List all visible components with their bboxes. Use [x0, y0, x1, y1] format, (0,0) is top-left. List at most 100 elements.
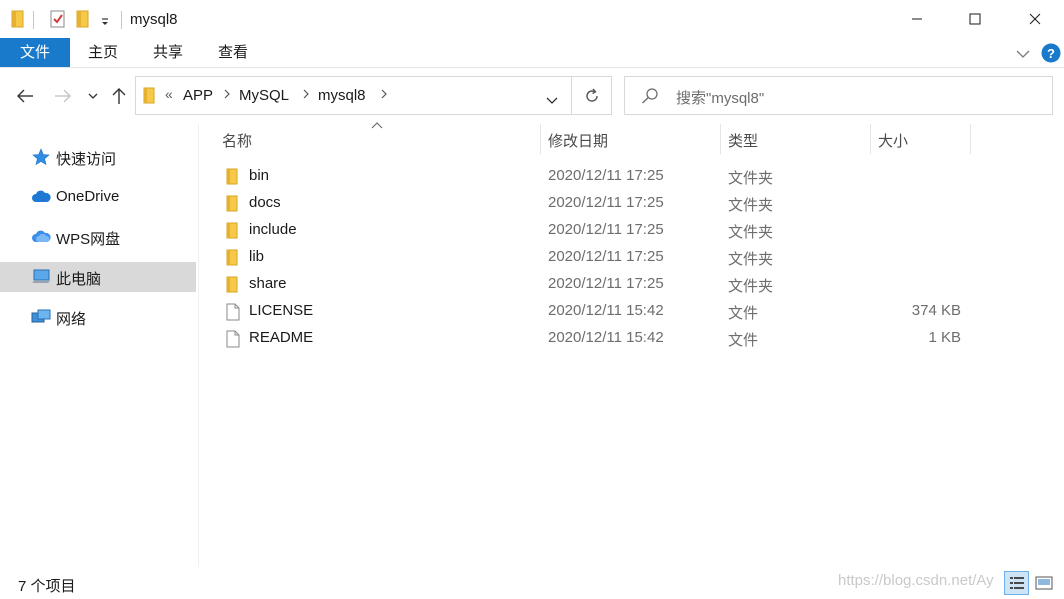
sidebar-item-label: OneDrive: [56, 188, 120, 205]
tab-home[interactable]: 主页: [75, 38, 131, 67]
search-input[interactable]: 搜索"mysql8": [676, 87, 764, 108]
address-history-icon[interactable]: [546, 92, 558, 109]
file-type: 文件: [728, 305, 759, 322]
maximize-button[interactable]: [946, 0, 1004, 38]
large-icons-view-button[interactable]: [1031, 571, 1056, 595]
file-row-bin[interactable]: bin 2020/12/11 17:25 文件夹: [220, 163, 980, 190]
close-button[interactable]: [1006, 0, 1064, 38]
file-row-share[interactable]: share 2020/12/11 17:25 文件夹: [220, 271, 980, 298]
file-name: include: [249, 221, 297, 238]
separator: [121, 11, 122, 29]
sidebar-item-label: 快速访问: [56, 151, 117, 168]
file-row-readme[interactable]: README 2020/12/11 15:42 文件 1 KB: [220, 325, 980, 352]
minimize-button[interactable]: [888, 0, 946, 38]
sidebar-item-wps[interactable]: WPS网盘: [0, 222, 196, 252]
file-date: 2020/12/11 17:25: [548, 221, 664, 238]
customize-toolbar-icon[interactable]: [100, 14, 110, 31]
ribbon-tabs: 文件 主页 共享 查看 ?: [0, 38, 1064, 68]
file-type: 文件夹: [728, 170, 774, 187]
column-divider[interactable]: [970, 124, 971, 154]
column-divider[interactable]: [870, 124, 871, 154]
breadcrumb-separator-icon[interactable]: [223, 88, 231, 103]
sidebar-item-this-pc[interactable]: 此电脑: [0, 262, 196, 292]
file-date: 2020/12/11 17:25: [548, 275, 664, 292]
file-icon: [226, 330, 240, 352]
help-icon[interactable]: ?: [1041, 43, 1061, 67]
column-header-name[interactable]: 名称: [222, 130, 252, 151]
item-count: 7 个项目: [18, 578, 76, 595]
file-name: LICENSE: [249, 302, 314, 319]
sidebar-item-label: 网络: [56, 311, 87, 328]
wps-cloud-icon: [31, 228, 51, 246]
file-name: lib: [249, 248, 265, 265]
file-size: 1 KB: [928, 329, 961, 346]
new-folder-icon[interactable]: [76, 10, 90, 32]
file-type: 文件夹: [728, 278, 774, 295]
breadcrumb-separator-icon[interactable]: [380, 88, 388, 103]
watermark-text: https://blog.csdn.net/Ay: [838, 572, 994, 589]
cloud-icon: [31, 188, 51, 206]
file-type: 文件夹: [728, 251, 774, 268]
network-icon: [31, 308, 51, 326]
file-row-docs[interactable]: docs 2020/12/11 17:25 文件夹: [220, 190, 980, 217]
file-row-license[interactable]: LICENSE 2020/12/11 15:42 文件 374 KB: [220, 298, 980, 325]
folder-icon: [226, 168, 238, 189]
sidebar-item-label: 此电脑: [56, 271, 102, 288]
file-size: 374 KB: [911, 302, 961, 319]
breadcrumb-separator-icon[interactable]: [302, 88, 310, 103]
tab-view[interactable]: 查看: [205, 38, 261, 67]
breadcrumb-app[interactable]: APP: [183, 87, 213, 104]
column-header-date[interactable]: 修改日期: [548, 130, 608, 151]
file-icon: [226, 303, 240, 325]
column-header-type[interactable]: 类型: [728, 130, 758, 151]
column-divider[interactable]: [540, 124, 541, 154]
expand-ribbon-icon[interactable]: [1016, 46, 1030, 63]
folder-icon: [143, 87, 155, 108]
help-label: ?: [1047, 46, 1055, 61]
file-type: 文件: [728, 332, 759, 349]
sidebar-item-label: WPS网盘: [56, 231, 121, 248]
up-button[interactable]: [108, 85, 130, 107]
properties-icon[interactable]: [49, 10, 67, 32]
refresh-button[interactable]: [572, 76, 612, 115]
title-bar: mysql8: [0, 0, 1064, 38]
search-box[interactable]: 搜索"mysql8": [624, 76, 1053, 115]
file-date: 2020/12/11 17:25: [548, 167, 664, 184]
navigation-bar: « APP MySQL mysql8 搜索"mysql8": [0, 68, 1064, 124]
file-name: README: [249, 329, 314, 346]
sidebar-item-onedrive[interactable]: OneDrive: [0, 182, 196, 212]
sort-ascending-icon: [371, 118, 383, 132]
sidebar-item-network[interactable]: 网络: [0, 302, 196, 332]
tab-file[interactable]: 文件: [0, 38, 70, 67]
folder-icon: [226, 276, 238, 297]
file-date: 2020/12/11 15:42: [548, 329, 664, 346]
folder-icon: [226, 249, 238, 270]
status-bar: 7 个项目 https://blog.csdn.net/Ay: [0, 567, 1064, 599]
file-list: 名称 修改日期 类型 大小 bin 2020/12/11 17:25 文件夹 d…: [200, 122, 1064, 567]
file-date: 2020/12/11 15:42: [548, 302, 664, 319]
file-date: 2020/12/11 17:25: [548, 194, 664, 211]
recent-locations-button[interactable]: [84, 85, 102, 107]
details-view-button[interactable]: [1004, 571, 1029, 595]
file-row-lib[interactable]: lib 2020/12/11 17:25 文件夹: [220, 244, 980, 271]
overflow-chevron[interactable]: «: [165, 86, 173, 102]
sidebar-item-quick-access[interactable]: 快速访问: [0, 142, 196, 172]
back-button[interactable]: [14, 85, 36, 107]
column-divider[interactable]: [720, 124, 721, 154]
breadcrumb-mysql[interactable]: MySQL: [239, 87, 289, 104]
separator: [33, 11, 34, 29]
file-row-include[interactable]: include 2020/12/11 17:25 文件夹: [220, 217, 980, 244]
tab-share[interactable]: 共享: [140, 38, 196, 67]
file-name: share: [249, 275, 287, 292]
navigation-pane: 快速访问 OneDrive WPS网盘 此电脑 网络: [0, 124, 199, 567]
breadcrumb-mysql8[interactable]: mysql8: [318, 87, 366, 104]
file-type: 文件夹: [728, 224, 774, 241]
computer-icon: [31, 268, 51, 286]
folder-icon: [226, 195, 238, 216]
window-title: mysql8: [130, 11, 178, 28]
file-name: bin: [249, 167, 270, 184]
address-bar[interactable]: « APP MySQL mysql8: [135, 76, 572, 115]
folder-icon: [11, 10, 25, 32]
forward-button[interactable]: [52, 85, 74, 107]
column-header-size[interactable]: 大小: [878, 130, 908, 151]
